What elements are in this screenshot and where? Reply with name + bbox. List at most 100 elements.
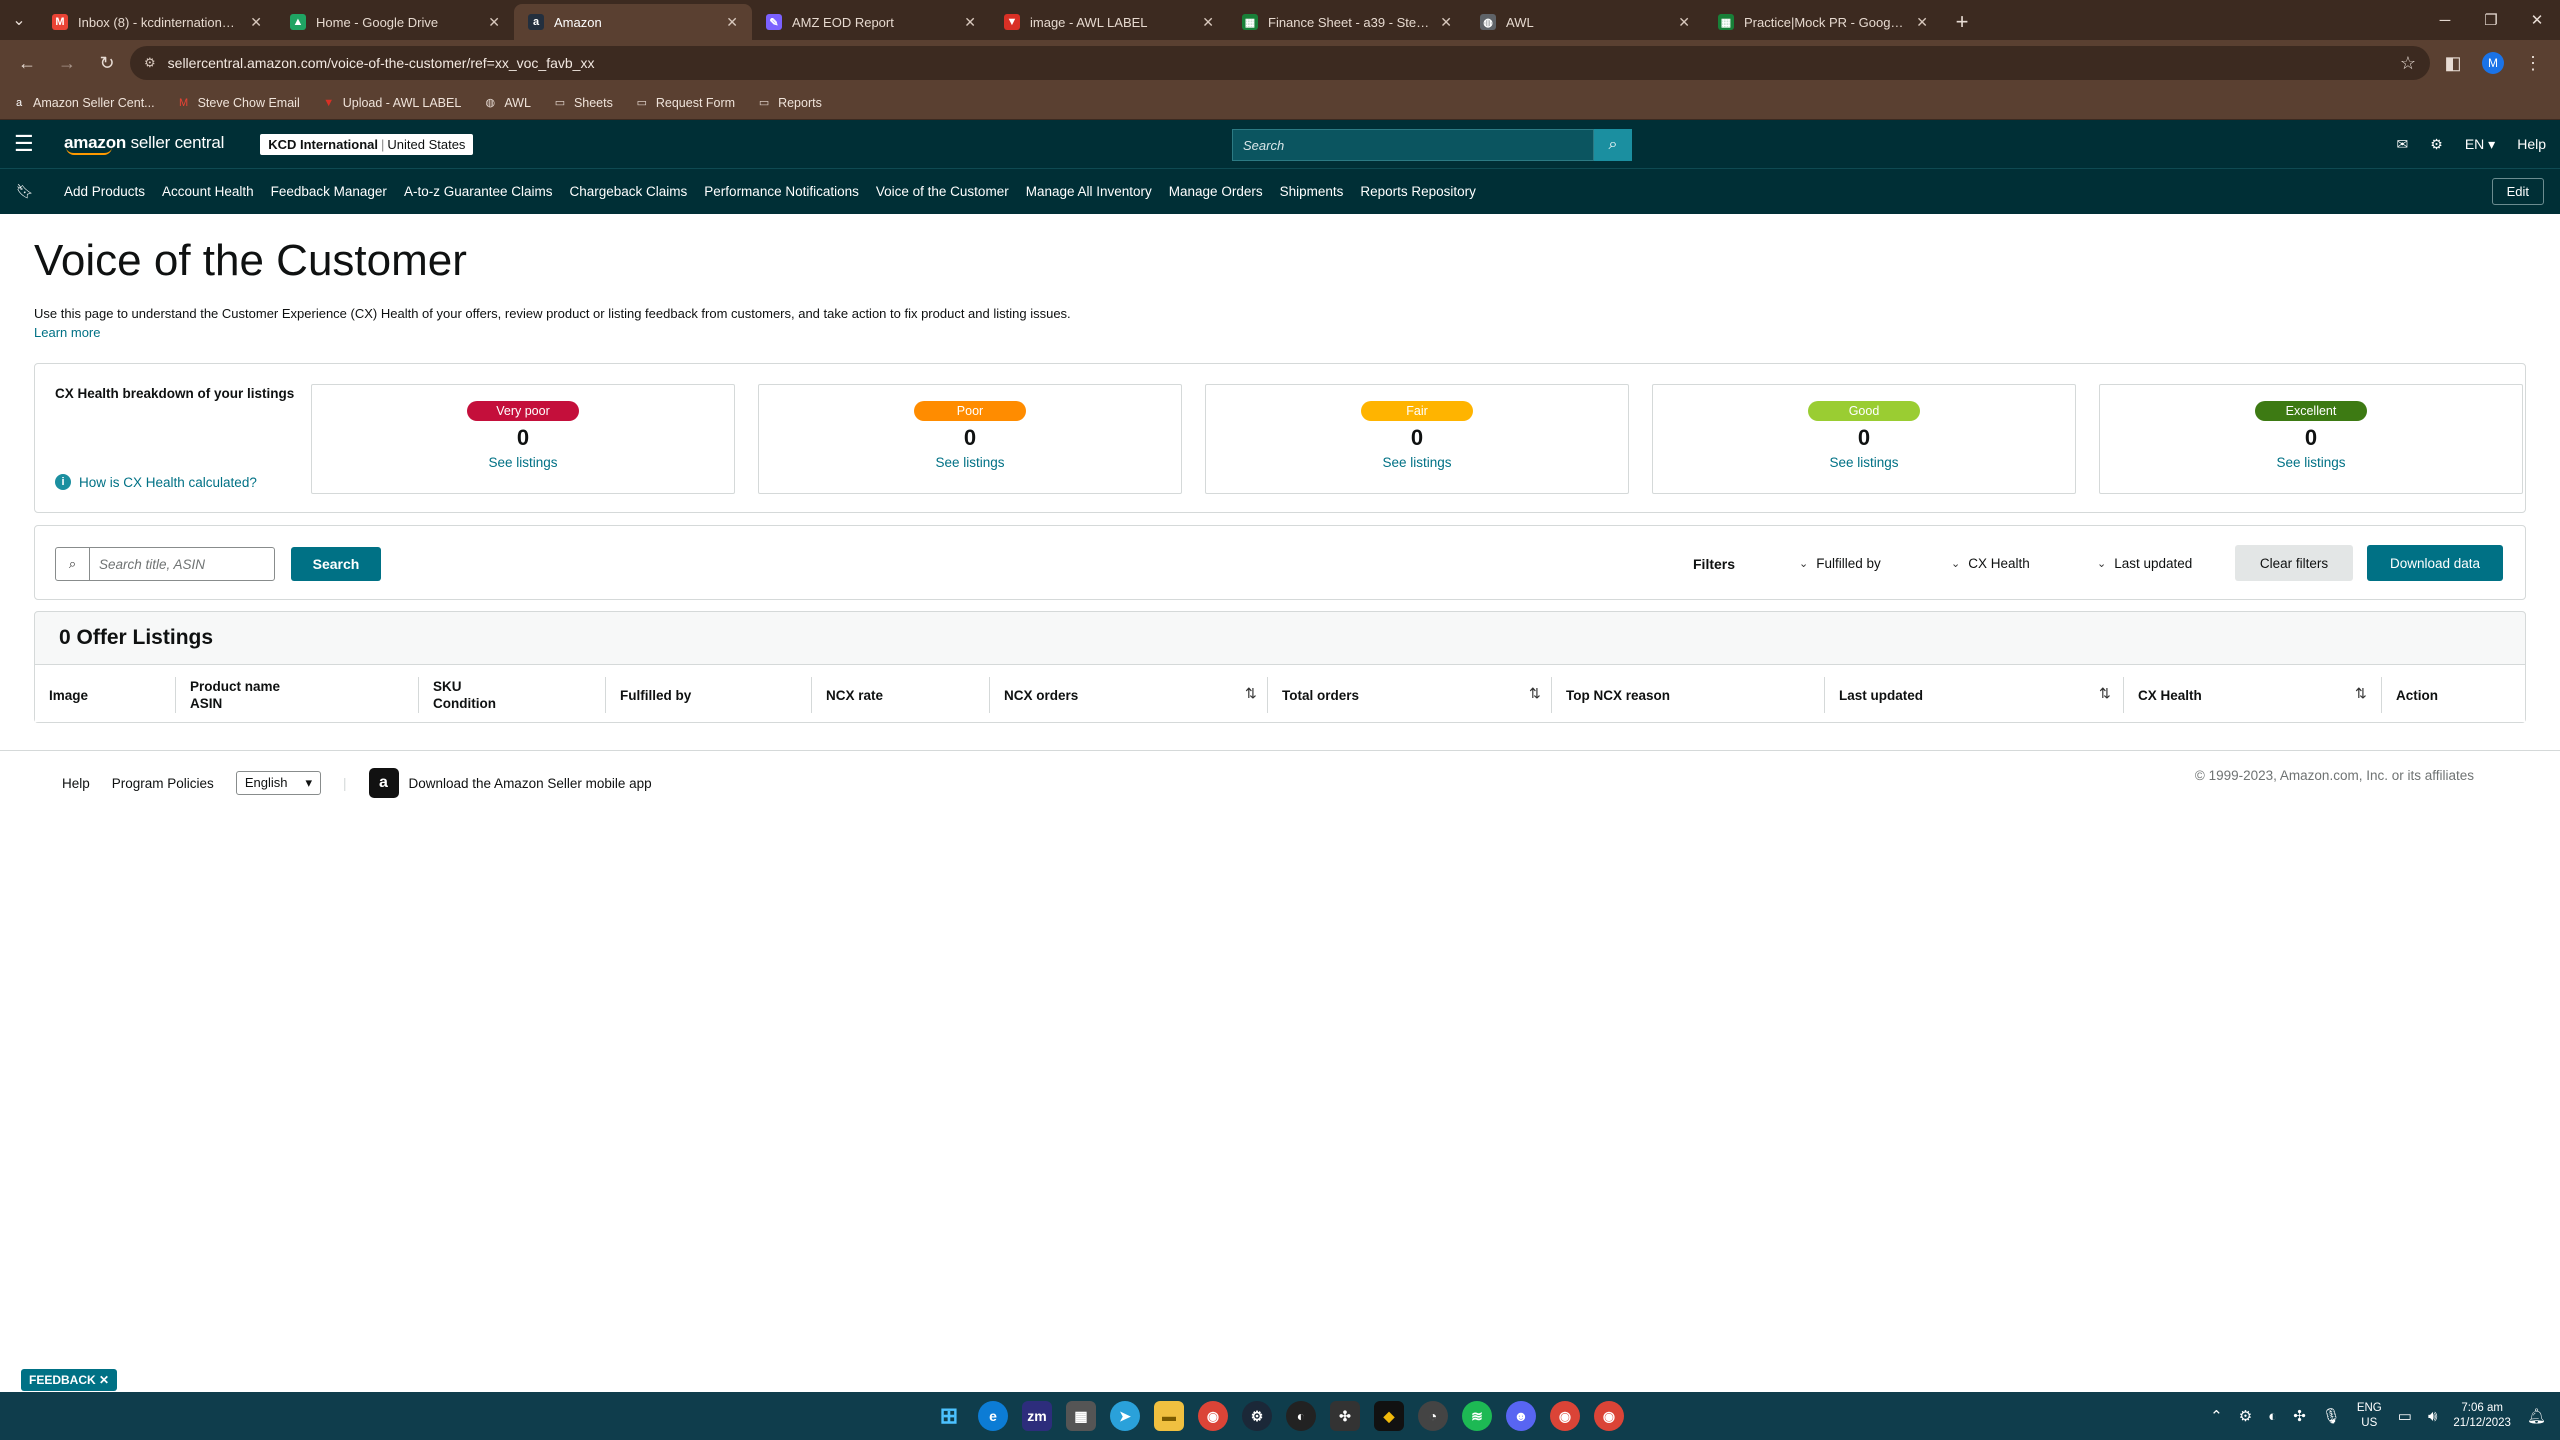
volume-icon[interactable]: 🔊︎ — [2428, 1408, 2437, 1425]
forward-icon[interactable]: → — [50, 46, 84, 80]
sort-icon[interactable]: ⇅ — [2355, 685, 2367, 702]
close-tab-icon[interactable]: ✕ — [250, 14, 262, 31]
program-policies-link[interactable]: Program Policies — [112, 776, 214, 791]
bookmark-item[interactable]: M Steve Chow Email — [177, 96, 300, 110]
cx-health-how-link[interactable]: i How is CX Health calculated? — [55, 474, 257, 490]
nav-item[interactable]: Voice of the Customer — [876, 184, 1009, 199]
clear-filters-button[interactable]: Clear filters — [2235, 545, 2353, 581]
sort-icon[interactable]: ⇅ — [2099, 685, 2111, 702]
binance-icon[interactable]: ◆ — [1374, 1401, 1404, 1431]
listing-search-field[interactable]: ⌕ Search title, ASIN — [55, 547, 275, 581]
bookmark-item[interactable]: ◍ AWL — [483, 96, 531, 110]
see-listings-link[interactable]: See listings — [1653, 455, 2075, 470]
clock-app-icon[interactable]: ◔ — [1418, 1401, 1448, 1431]
profile-button[interactable]: M — [2476, 46, 2510, 80]
edge-icon[interactable]: e — [978, 1401, 1008, 1431]
listing-search-button[interactable]: Search — [291, 547, 381, 581]
header-search-input[interactable]: Search — [1232, 129, 1594, 161]
close-tab-icon[interactable]: ✕ — [1678, 14, 1690, 31]
cx-health-filter[interactable]: ⌄ CX Health — [1951, 556, 2030, 571]
chrome-profile-2-icon[interactable]: ◉ — [1594, 1401, 1624, 1431]
browser-menu-icon[interactable]: ⋮ — [2516, 46, 2550, 80]
new-tab-button[interactable]: + — [1942, 4, 1982, 40]
bookmark-item[interactable]: ▭ Sheets — [553, 96, 613, 110]
close-tab-icon[interactable]: ✕ — [1202, 14, 1214, 31]
chrome-icon[interactable]: ◉ — [1198, 1401, 1228, 1431]
see-listings-link[interactable]: See listings — [2100, 455, 2522, 470]
nav-item[interactable]: Manage All Inventory — [1026, 184, 1152, 199]
back-icon[interactable]: ← — [10, 46, 44, 80]
gamepad-tray-icon[interactable]: ✣ — [2293, 1407, 2306, 1425]
see-listings-link[interactable]: See listings — [1206, 455, 1628, 470]
calculator-icon[interactable]: ▦ — [1066, 1401, 1096, 1431]
steam-icon[interactable]: ⚙ — [1242, 1401, 1272, 1431]
system-clock[interactable]: 7:06 am 21/12/2023 — [2453, 1401, 2511, 1431]
nav-item[interactable]: Performance Notifications — [704, 184, 859, 199]
seller-central-logo[interactable]: amazon seller central — [64, 133, 224, 155]
close-tab-icon[interactable]: ✕ — [964, 14, 976, 31]
nav-item[interactable]: Add Products — [64, 184, 145, 199]
close-tab-icon[interactable]: ✕ — [1440, 14, 1452, 31]
mobile-app-link[interactable]: a Download the Amazon Seller mobile app — [368, 768, 652, 798]
browser-tab[interactable]: a Amazon ✕ — [514, 4, 752, 40]
zoom-icon[interactable]: zm — [1022, 1401, 1052, 1431]
minimize-icon[interactable]: ─ — [2422, 0, 2468, 40]
see-listings-link[interactable]: See listings — [312, 455, 734, 470]
hamburger-menu-icon[interactable]: ☰ — [14, 131, 44, 157]
chrome-profile-icon[interactable]: ◉ — [1550, 1401, 1580, 1431]
browser-tab[interactable]: ✎ AMZ EOD Report ✕ — [752, 4, 990, 40]
close-tab-icon[interactable]: ✕ — [1916, 14, 1928, 31]
telegram-icon[interactable]: ➤ — [1110, 1401, 1140, 1431]
sort-icon[interactable]: ⇅ — [1529, 685, 1541, 702]
close-tab-icon[interactable]: ✕ — [488, 14, 500, 31]
footer-language-select[interactable]: English ▾ — [235, 771, 321, 795]
windows-start-icon[interactable]: ⊞ — [934, 1401, 964, 1431]
browser-tab[interactable]: ▼ image - AWL LABEL ✕ — [990, 4, 1228, 40]
app-icon[interactable]: ◐ — [1286, 1401, 1316, 1431]
help-link[interactable]: Help — [2517, 136, 2546, 152]
nav-item[interactable]: Manage Orders — [1169, 184, 1263, 199]
close-tab-icon[interactable]: ✕ — [726, 14, 738, 31]
spotify-icon[interactable]: ≋ — [1462, 1401, 1492, 1431]
microphone-icon[interactable]: 🎙︎ — [2322, 1407, 2341, 1425]
learn-more-link[interactable]: Learn more — [34, 325, 100, 340]
last-updated-filter[interactable]: ⌄ Last updated — [2097, 556, 2192, 571]
bookmark-star-icon[interactable]: ☆ — [2400, 53, 2416, 74]
gamepad-icon[interactable]: ✣ — [1330, 1401, 1360, 1431]
listing-search-input[interactable]: Search title, ASIN — [90, 548, 274, 580]
browser-tab[interactable]: ▦ Practice|Mock PR - Google Shee ✕ — [1704, 4, 1942, 40]
site-info-icon[interactable]: ⚙ — [144, 55, 156, 71]
edit-nav-button[interactable]: Edit — [2491, 178, 2544, 205]
bookmark-item[interactable]: ▼ Upload - AWL LABEL — [322, 96, 461, 110]
nav-item[interactable]: Shipments — [1280, 184, 1344, 199]
browser-tab[interactable]: M Inbox (8) - kcdinternationalllc@ ✕ — [38, 4, 276, 40]
header-search-button[interactable]: ⌕ — [1594, 129, 1632, 161]
steam-tray-icon[interactable]: ⚙ — [2239, 1407, 2252, 1425]
browser-tab[interactable]: ◍ AWL ✕ — [1466, 4, 1704, 40]
reload-icon[interactable]: ↻ — [90, 46, 124, 80]
restore-icon[interactable]: ❐ — [2468, 0, 2514, 40]
input-language[interactable]: ENG US — [2357, 1401, 2382, 1431]
settings-gear-icon[interactable]: ⚙ — [2430, 136, 2443, 153]
notification-bell-icon[interactable]: 🔔︎ — [2527, 1407, 2546, 1425]
feedback-button[interactable]: FEEDBACK ✕ — [21, 1369, 118, 1391]
language-selector[interactable]: EN ▾ — [2465, 136, 2495, 153]
fulfilled-by-filter[interactable]: ⌄ Fulfilled by — [1799, 556, 1881, 571]
see-listings-link[interactable]: See listings — [759, 455, 1181, 470]
url-field[interactable]: ⚙ sellercentral.amazon.com/voice-of-the-… — [130, 46, 2430, 80]
chevron-up-icon[interactable]: ⌃ — [2210, 1407, 2223, 1425]
bookmark-item[interactable]: a Amazon Seller Cent... — [12, 96, 155, 110]
network-icon[interactable]: ▭ — [2398, 1407, 2412, 1425]
side-panel-icon[interactable]: ◧ — [2436, 46, 2470, 80]
sort-icon[interactable]: ⇅ — [1245, 685, 1257, 702]
nav-item[interactable]: Chargeback Claims — [570, 184, 688, 199]
close-window-icon[interactable]: ✕ — [2514, 0, 2560, 40]
nav-item[interactable]: Feedback Manager — [271, 184, 387, 199]
bookmark-item[interactable]: ▭ Request Form — [635, 96, 735, 110]
discord-icon[interactable]: ☻ — [1506, 1401, 1536, 1431]
nav-item[interactable]: Account Health — [162, 184, 254, 199]
browser-tab[interactable]: ▦ Finance Sheet - a39 - Steve Cho ✕ — [1228, 4, 1466, 40]
app-tray-icon[interactable]: ◐ — [2268, 1408, 2277, 1425]
nav-item[interactable]: A-to-z Guarantee Claims — [404, 184, 553, 199]
mail-icon[interactable]: ✉ — [2397, 136, 2409, 153]
